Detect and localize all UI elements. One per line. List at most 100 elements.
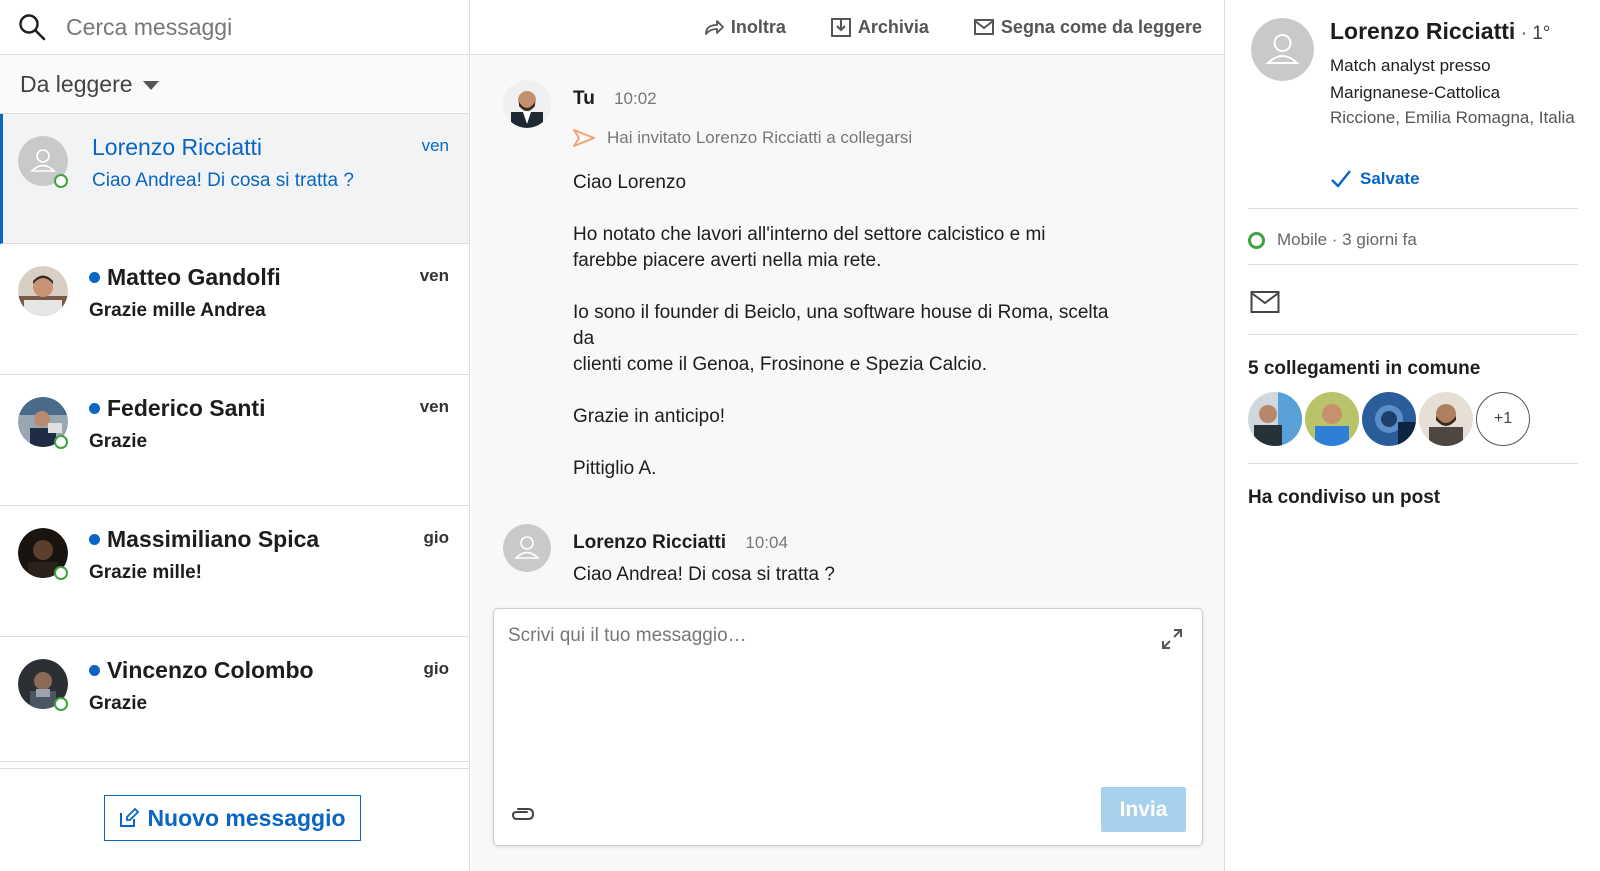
conversation-name: Federico Santi [89,395,449,422]
new-message-button[interactable]: Nuovo messaggio [104,795,361,841]
mutual-avatar[interactable] [1419,392,1473,446]
conversation-snippet: Grazie mille Andrea [89,300,266,321]
mutual-avatar[interactable] [1305,392,1359,446]
message-line: Io sono il founder di Beiclo, una softwa… [573,302,1109,323]
message-line: Ho notato che lavori all'interno del set… [573,224,1046,245]
online-status-icon [54,697,68,711]
message-line: Grazie in anticipo! [573,406,726,427]
conversation-day: ven [421,136,449,155]
profile-headline: Match analyst presso Marignanese-Cattoli… [1330,56,1501,102]
mutual-avatar[interactable] [1248,392,1302,446]
message-line: Pittiglio A. [573,458,657,479]
conversation-list-panel: Da leggere Lorenzo Ricciatti Ciao Andrea… [0,0,470,871]
conversation-snippet: Ciao Andrea! Di cosa si tratta ? [92,170,354,191]
invite-notice: Hai invitato Lorenzo Ricciatti a collega… [573,128,912,148]
message-input[interactable] [508,625,1128,745]
avatar [18,266,68,316]
message-line: da [573,328,595,349]
conversation-item-lorenzo-ricciatti[interactable]: Lorenzo Ricciatti Ciao Andrea! Di cosa s… [0,114,469,244]
message-time: 10:02 [614,89,657,108]
envelope-icon[interactable] [1250,290,1280,314]
profile-location: Riccione, Emilia Romagna, Italia [1330,108,1575,127]
conversation-snippet: Grazie [89,693,148,714]
paperclip-icon[interactable] [510,801,536,827]
archive-button[interactable]: Archivia [830,16,929,38]
avatar-placeholder[interactable] [503,524,551,572]
profile-name[interactable]: Lorenzo Ricciatti · 1° [1330,18,1550,45]
compose-icon [120,808,140,827]
search-bar [0,0,469,55]
divider [1248,463,1578,464]
conversation-snippet: Grazie [89,431,148,452]
search-icon [19,14,46,41]
conversation-name: Matteo Gandolfi [89,264,449,291]
conversation-day: ven [419,266,449,285]
invite-text: Hai invitato Lorenzo Ricciatti a collega… [607,128,913,147]
online-status-icon [54,174,68,188]
conversation-name: Vincenzo Colombo [89,657,449,684]
message-composer: Invia [493,608,1203,846]
archive-label: Archivia [857,16,929,37]
mark-unread-button[interactable]: Segna come da leggere [973,16,1202,38]
conversation-name: Massimiliano Spica [89,526,449,553]
caret-down-icon [142,80,159,90]
unread-dot-icon [89,403,100,414]
message-header: Lorenzo Ricciatti 10:04 [573,532,788,554]
conversation-thread-panel: Inoltra Archivia Segna come da leggere T… [471,0,1225,871]
archive-icon [830,18,851,37]
more-mutuals-badge[interactable]: +1 [1476,392,1530,446]
shared-post-title[interactable]: Ha condiviso un post [1248,487,1440,509]
expand-icon[interactable] [1160,627,1184,651]
message-sender[interactable]: Tu [573,88,595,109]
unread-dot-icon [89,534,100,545]
saved-label: Salvate [1360,169,1420,188]
unread-dot-icon [89,665,100,676]
mutual-connections-list: +1 [1248,392,1530,446]
filter-label: Da leggere [20,70,133,97]
conversation-item-matteo-gandolfi[interactable]: Matteo Gandolfi Grazie mille Andrea ven [0,244,469,375]
forward-label: Inoltra [730,16,786,37]
conversation-item-federico-santi[interactable]: Federico Santi Grazie ven [0,375,469,506]
message-line: Ciao Lorenzo [573,172,687,193]
presence-status: Mobile · 3 giorni fa [1248,230,1417,250]
forward-button[interactable]: Inoltra [703,16,786,38]
message-sender[interactable]: Lorenzo Ricciatti [573,532,726,553]
profile-panel: Lorenzo Ricciatti · 1° Match analyst pre… [1226,0,1600,871]
online-ring-icon [1248,231,1265,249]
envelope-icon [973,19,994,35]
filter-dropdown[interactable]: Da leggere [0,55,469,114]
mark-unread-label: Segna come da leggere [1000,16,1202,37]
online-status-icon [54,435,68,449]
conversation-day: gio [423,528,450,547]
message-line: clienti come il Genoa, Frosinone e Spezi… [573,354,987,375]
checkmark-icon [1331,170,1351,188]
message-line: Ciao Andrea! Di cosa si tratta ? [573,564,835,585]
forward-arrow-icon [704,20,724,35]
thread-toolbar: Inoltra Archivia Segna come da leggere [471,0,1224,55]
search-input[interactable] [66,13,446,41]
message-header: Tu 10:02 [573,88,657,110]
mutual-avatar[interactable] [1362,392,1416,446]
conversation-day: ven [419,397,449,416]
new-message-area: Nuovo messaggio [0,768,469,871]
new-message-label: Nuovo messaggio [147,804,346,831]
conversation-day: gio [423,659,450,678]
online-status-icon [54,566,68,580]
divider [1248,208,1578,209]
message-line: farebbe piacere averti nella mia rete. [573,250,882,271]
unread-dot-icon [89,272,100,283]
avatar-placeholder[interactable] [1251,18,1314,81]
presence-text: Mobile · 3 giorni fa [1277,230,1417,249]
avatar[interactable] [503,80,551,128]
mutual-connections-title[interactable]: 5 collegamenti in comune [1248,358,1480,380]
divider [1248,334,1578,335]
conversation-item-vincenzo-colombo[interactable]: Vincenzo Colombo Grazie gio [0,637,469,762]
saved-button[interactable]: Salvate [1330,168,1420,190]
send-arrow-icon [573,129,595,147]
conversation-name: Lorenzo Ricciatti [92,134,263,160]
message-time: 10:04 [745,533,788,552]
conversation-item-massimiliano-spica[interactable]: Massimiliano Spica Grazie mille! gio [0,506,469,637]
send-button[interactable]: Invia [1101,787,1186,832]
conversation-snippet: Grazie mille! [89,562,202,583]
divider [1248,264,1578,265]
